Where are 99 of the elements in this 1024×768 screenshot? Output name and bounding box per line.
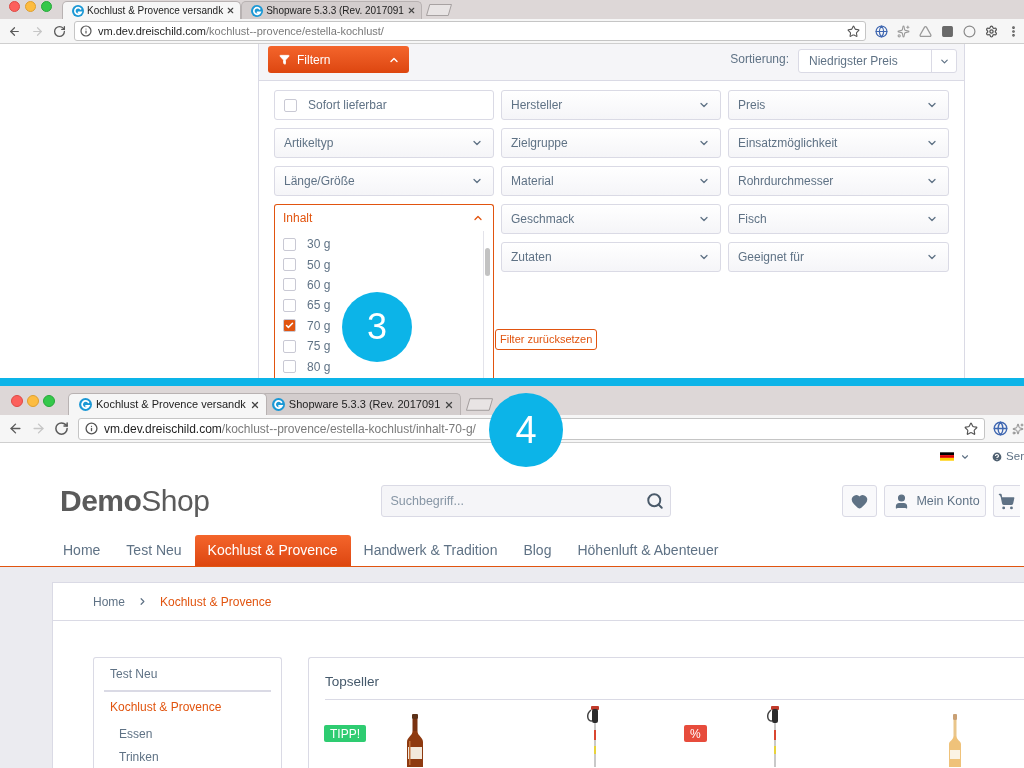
close-icon[interactable]	[226, 6, 236, 15]
logo[interactable]: DemoShop	[60, 485, 210, 517]
nav-tab[interactable]: Handwerk & Tradition	[350, 535, 511, 566]
cart-button[interactable]	[993, 485, 1021, 517]
option-label: 30 g	[307, 236, 331, 254]
check-icon	[285, 321, 294, 331]
filter-dropdown[interactable]: Hersteller	[501, 90, 721, 120]
checkbox[interactable]	[283, 360, 296, 374]
star-icon[interactable]	[847, 24, 860, 38]
info-icon[interactable]	[85, 422, 98, 435]
sparkle-icon[interactable]	[1012, 422, 1024, 435]
checkbox[interactable]	[283, 278, 296, 292]
option-label: 70 g	[307, 317, 331, 335]
category-link[interactable]: Kochlust & Provence	[104, 690, 271, 722]
url-text: vm.dev.dreischild.com/kochlust--provence/estella-kochlust/inhalt-70-g/	[104, 420, 476, 438]
window-maximize-button[interactable]	[41, 1, 52, 12]
filter-dropdown[interactable]: Zutaten	[501, 242, 721, 272]
option-label: 50 g	[307, 256, 331, 274]
option-label: 75 g	[307, 338, 331, 356]
sort-select[interactable]: Niedrigster Preis	[798, 49, 957, 73]
filter-dropdown[interactable]: Preis	[728, 90, 949, 120]
filter-dropdown[interactable]: Artikeltyp	[274, 128, 494, 158]
flag-icon	[940, 452, 955, 461]
window-maximize-button[interactable]	[43, 395, 55, 407]
filter-dropdown[interactable]: Länge/Größe	[274, 166, 494, 196]
filter-dropdown[interactable]: Inhalt	[275, 205, 493, 231]
filter-dropdown[interactable]: Einsatzmöglichkeit	[728, 128, 949, 158]
cart-icon	[998, 492, 1016, 510]
filter-dropdown[interactable]: Rohrdurchmesser	[728, 166, 949, 196]
checkbox[interactable]	[283, 258, 296, 272]
new-tab-icon[interactable]	[424, 4, 453, 16]
category-link[interactable]: Test Neu	[104, 658, 271, 690]
nav-tab[interactable]: Höhenluft & Abenteuer	[564, 535, 732, 566]
swirl-icon	[72, 4, 84, 17]
product-badge: TIPP!	[324, 725, 366, 742]
close-icon[interactable]	[444, 399, 455, 410]
reload-icon[interactable]	[54, 421, 69, 436]
checkbox[interactable]	[283, 319, 296, 333]
breadcrumb-link[interactable]: Kochlust & Provence	[160, 592, 272, 611]
service-link[interactable]: Ser	[1006, 447, 1024, 466]
category-link[interactable]: Essen	[104, 722, 271, 745]
checkbox[interactable]	[283, 339, 296, 353]
language-select[interactable]	[940, 451, 971, 462]
account-button[interactable]: Mein Konto	[884, 485, 987, 517]
filter-toggle[interactable]: Sofort lieferbar	[274, 90, 494, 120]
triangle-icon[interactable]	[919, 24, 932, 38]
sort-label: Sortierung:	[730, 51, 789, 68]
reload-icon[interactable]	[53, 24, 66, 38]
heart-icon	[851, 492, 869, 510]
filter-dropdown[interactable]: Material	[501, 166, 721, 196]
checkbox[interactable]	[283, 298, 296, 312]
option-label: 65 g	[307, 297, 331, 315]
swirl-icon	[79, 398, 92, 411]
nav-tab[interactable]: Home	[50, 535, 114, 566]
filter-dropdown[interactable]: Fisch	[728, 204, 949, 234]
close-icon[interactable]	[249, 399, 260, 410]
globe-icon[interactable]	[875, 24, 888, 38]
back-icon[interactable]	[8, 421, 23, 436]
breadcrumb-link[interactable]: Home	[93, 592, 125, 611]
square-icon[interactable]	[941, 24, 954, 38]
swirl-icon	[271, 398, 285, 411]
nav-tab[interactable]: Test Neu	[113, 535, 195, 566]
checkbox[interactable]	[284, 98, 297, 112]
search-field[interactable]: Suchbegriff...	[381, 485, 672, 517]
option-label: 60 g	[307, 276, 331, 294]
funnel-icon	[279, 54, 290, 65]
window-close-button[interactable]	[9, 1, 20, 12]
product-badge: %	[684, 725, 707, 742]
close-icon[interactable]	[406, 6, 416, 15]
nav-tab[interactable]: Kochlust & Provence	[194, 535, 351, 566]
filter-dropdown[interactable]: Geeignet für	[728, 242, 949, 272]
browser-tab[interactable]: Kochlust & Provence versandk	[68, 393, 267, 415]
filter-toggle-button[interactable]: Filtern	[268, 46, 409, 73]
filter-dropdown[interactable]: Zielgruppe	[501, 128, 721, 158]
star-icon[interactable]	[964, 421, 978, 436]
step-badge: 4	[489, 393, 563, 467]
filter-dropdown[interactable]: Geschmack	[501, 204, 721, 234]
browser-tab[interactable]: Kochlust & Provence versandk	[62, 1, 242, 19]
swirl-icon	[251, 4, 264, 17]
scrollbar-thumb[interactable]	[485, 248, 490, 276]
category-link[interactable]: Trinken	[104, 745, 271, 768]
reset-filters-button[interactable]: Filter zurücksetzen	[495, 329, 598, 350]
checkbox[interactable]	[283, 237, 296, 251]
heart-button[interactable]	[842, 485, 878, 517]
bottle-drawing	[405, 714, 425, 767]
window-close-button[interactable]	[11, 395, 23, 407]
nav-tab[interactable]: Blog	[510, 535, 565, 566]
url-text: vm.dev.dreischild.com/kochlust--provence/estella-kochlust/	[98, 23, 384, 39]
back-icon[interactable]	[8, 24, 21, 38]
help-icon	[991, 450, 1004, 463]
option-label: 80 g	[307, 358, 331, 376]
settings-icon[interactable]	[985, 24, 998, 38]
globe-icon[interactable]	[993, 421, 1008, 436]
sparkle-icon[interactable]	[897, 24, 910, 38]
browser-tab[interactable]: Shopware 5.3.3 (Rev. 2017091	[241, 1, 422, 19]
address-bar[interactable]: vm.dev.dreischild.com/kochlust--provence/estella-kochlust/	[74, 21, 866, 41]
circle-icon[interactable]	[963, 24, 976, 38]
section-title: Topseller	[325, 673, 380, 692]
info-icon[interactable]	[80, 25, 92, 37]
